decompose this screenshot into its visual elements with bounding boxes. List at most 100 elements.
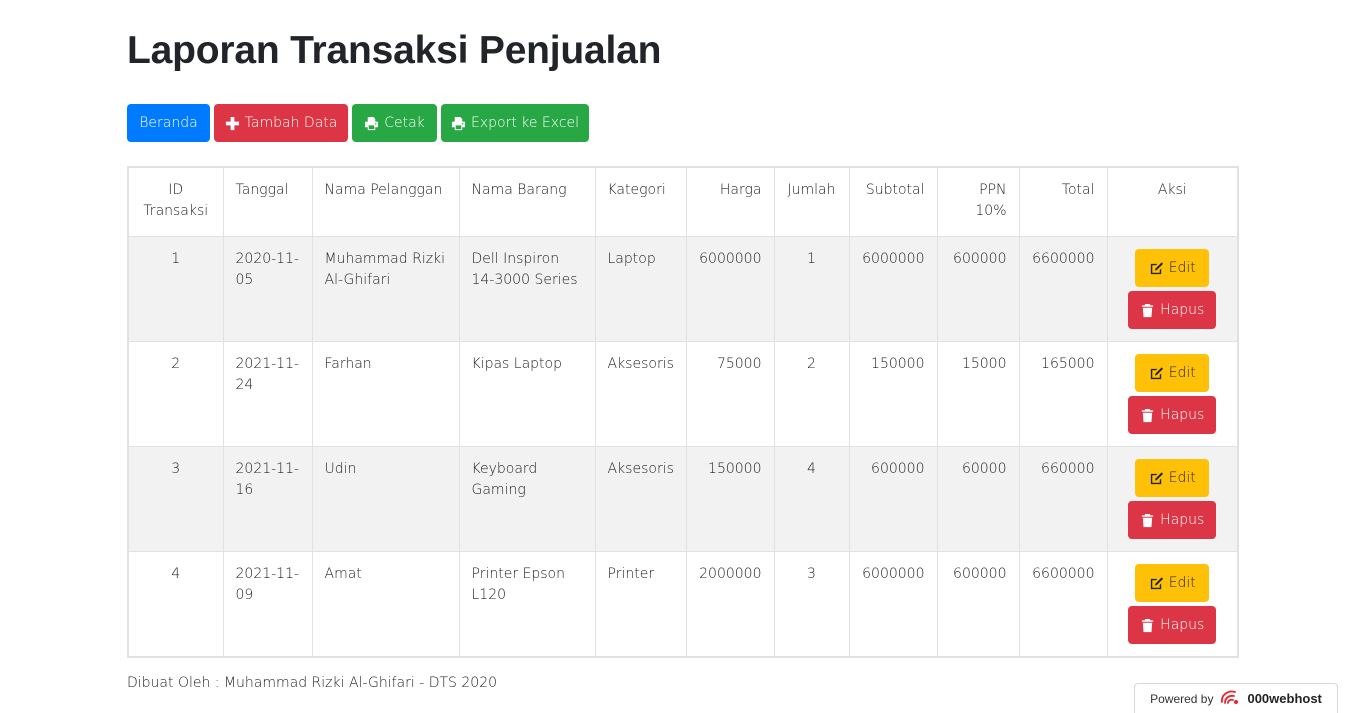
cell-jumlah: 2	[773, 341, 850, 447]
cell-ppn: 60000	[936, 446, 1020, 552]
column-header-id: ID Transaksi	[127, 166, 224, 237]
cell-pelanggan: Amat	[311, 551, 460, 658]
cell-jumlah: 3	[773, 551, 850, 658]
column-header-subtotal: Subtotal	[848, 166, 938, 237]
cell-ppn: 600000	[936, 551, 1020, 658]
page-title: Laporan Transaksi Penjualan	[127, 29, 662, 72]
trash-icon	[1140, 303, 1155, 318]
edit-button-label: Edit	[1168, 575, 1196, 591]
cell-aksi: Edit Hapus	[1106, 446, 1239, 552]
cell-aksi: Edit Hapus	[1106, 551, 1239, 658]
transactions-table: ID Transaksi Tanggal Nama Pelanggan Nama…	[127, 166, 1239, 658]
cell-harga: 75000	[685, 341, 775, 447]
cell-pelanggan: Udin	[311, 446, 460, 552]
cell-subtotal: 150000	[848, 341, 938, 447]
trash-icon	[1140, 513, 1155, 528]
delete-button-label: Hapus	[1160, 302, 1205, 318]
table-row: 2 2021-11-24 Farhan Kipas Laptop Aksesor…	[127, 341, 1239, 447]
column-header-barang: Nama Barang	[458, 166, 596, 237]
table-row: 3 2021-11-16 Udin Keyboard Gaming Akseso…	[127, 446, 1239, 552]
table-header-row: ID Transaksi Tanggal Nama Pelanggan Nama…	[127, 166, 1239, 237]
column-header-harga: Harga	[685, 166, 775, 237]
cell-id: 1	[127, 236, 224, 342]
footer-credit: Dibuat Oleh : Muhammad Rizki Al-Ghifari …	[127, 675, 498, 691]
cell-subtotal: 6000000	[848, 551, 938, 658]
cell-kategori: Aksesoris	[594, 446, 687, 552]
cell-tanggal: 2020-11-05	[222, 236, 313, 342]
export-excel-button-label: Export ke Excel	[470, 115, 580, 131]
cell-barang: Dell Inspiron 14-3000 Series	[458, 236, 596, 342]
cell-kategori: Laptop	[594, 236, 687, 342]
table-row: 4 2021-11-09 Amat Printer Epson L120 Pri…	[127, 551, 1239, 658]
cell-tanggal: 2021-11-16	[222, 446, 313, 552]
delete-button[interactable]: Hapus	[1128, 501, 1217, 539]
print-button-label: Cetak	[384, 115, 425, 131]
cell-ppn: 15000	[936, 341, 1020, 447]
trash-icon	[1140, 618, 1155, 633]
edit-icon	[1149, 576, 1164, 591]
column-header-pelanggan: Nama Pelanggan	[311, 166, 460, 237]
cell-tanggal: 2021-11-24	[222, 341, 313, 447]
home-button[interactable]: Beranda	[127, 104, 210, 142]
edit-button-label: Edit	[1168, 365, 1196, 381]
toolbar: Beranda Tambah Data Cetak Export ke Exce…	[127, 104, 589, 142]
column-header-aksi: Aksi	[1106, 166, 1239, 237]
print-icon	[364, 116, 379, 131]
cell-pelanggan: Muhammad Rizki Al-Ghifari	[311, 236, 460, 342]
cell-tanggal: 2021-11-09	[222, 551, 313, 658]
edit-button-label: Edit	[1168, 470, 1196, 486]
delete-button[interactable]: Hapus	[1128, 291, 1217, 329]
cell-harga: 150000	[685, 446, 775, 552]
table-row: 1 2020-11-05 Muhammad Rizki Al-Ghifari D…	[127, 236, 1239, 342]
webhost-logo-icon	[1219, 688, 1241, 709]
cell-total: 165000	[1018, 341, 1108, 447]
column-header-ppn: PPN 10%	[936, 166, 1020, 237]
cell-aksi: Edit Hapus	[1106, 236, 1239, 342]
add-data-button[interactable]: Tambah Data	[214, 104, 348, 142]
column-header-kategori: Kategori	[594, 166, 687, 237]
cell-barang: Keyboard Gaming	[458, 446, 596, 552]
cell-harga: 2000000	[685, 551, 775, 658]
cell-jumlah: 4	[773, 446, 850, 552]
cell-kategori: Printer	[594, 551, 687, 658]
column-header-jumlah: Jumlah	[773, 166, 850, 237]
powered-by-label: Powered by	[1150, 691, 1214, 706]
edit-button[interactable]: Edit	[1135, 459, 1210, 497]
cell-id: 3	[127, 446, 224, 552]
add-data-button-label: Tambah Data	[244, 115, 338, 131]
cell-id: 2	[127, 341, 224, 447]
cell-total: 6600000	[1018, 551, 1108, 658]
trash-icon	[1140, 408, 1155, 423]
delete-button[interactable]: Hapus	[1128, 396, 1217, 434]
delete-button-label: Hapus	[1160, 617, 1205, 633]
edit-icon	[1149, 471, 1164, 486]
edit-button[interactable]: Edit	[1135, 354, 1210, 392]
cell-barang: Kipas Laptop	[458, 341, 596, 447]
cell-ppn: 600000	[936, 236, 1020, 342]
cell-harga: 6000000	[685, 236, 775, 342]
cell-subtotal: 600000	[848, 446, 938, 552]
cell-subtotal: 6000000	[848, 236, 938, 342]
edit-button[interactable]: Edit	[1135, 564, 1210, 602]
cell-pelanggan: Farhan	[311, 341, 460, 447]
edit-icon	[1149, 366, 1164, 381]
plus-icon	[225, 116, 240, 131]
delete-button-label: Hapus	[1160, 407, 1205, 423]
cell-id: 4	[127, 551, 224, 658]
cell-total: 660000	[1018, 446, 1108, 552]
cell-total: 6600000	[1018, 236, 1108, 342]
cell-aksi: Edit Hapus	[1106, 341, 1239, 447]
home-button-label: Beranda	[139, 115, 198, 131]
cell-kategori: Aksesoris	[594, 341, 687, 447]
print-button[interactable]: Cetak	[352, 104, 437, 142]
powered-by-badge[interactable]: Powered by 000webhost	[1134, 683, 1338, 713]
cell-barang: Printer Epson L120	[458, 551, 596, 658]
delete-button[interactable]: Hapus	[1128, 606, 1217, 644]
edit-icon	[1149, 261, 1164, 276]
column-header-tanggal: Tanggal	[222, 166, 313, 237]
export-excel-button[interactable]: Export ke Excel	[441, 104, 589, 142]
edit-button[interactable]: Edit	[1135, 249, 1210, 287]
powered-by-brand: 000webhost	[1247, 691, 1322, 706]
delete-button-label: Hapus	[1160, 512, 1205, 528]
cell-jumlah: 1	[773, 236, 850, 342]
